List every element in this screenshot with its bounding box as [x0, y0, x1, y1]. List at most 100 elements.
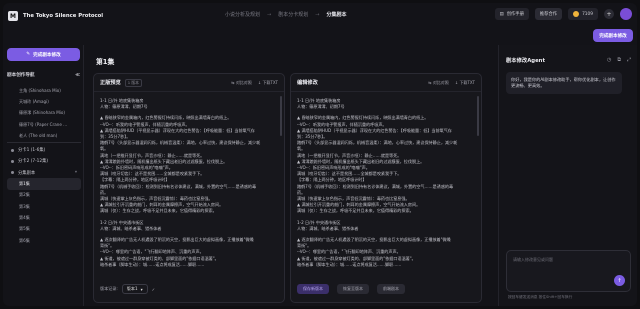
sidebar-item-episode-1[interactable]: 第1集	[7, 178, 81, 190]
download-button[interactable]: ↓ 下载TXT	[258, 80, 278, 86]
frontend-script-button[interactable]: 前端剧本	[377, 284, 405, 294]
version-label: 版本记录:	[100, 286, 118, 291]
agent-hint: 按回车键发送消息 按住Shift+回车换行	[508, 295, 573, 299]
sidebar-item-episode-2[interactable]: 第2集	[7, 190, 81, 201]
download-label: 下载TXT	[262, 79, 278, 85]
restore-version-button[interactable]: 恢复至版本	[337, 284, 369, 294]
sidebar-heading-label: 剧本创作导航	[7, 73, 35, 78]
script-line: ▲ 逐次翻译的广告无人机遇毁了阴沉的天空，投影出巨大的虚拟画像，正播放着"微嗓	[100, 237, 254, 243]
sidebar-heading: 剧本创作导航 ≪	[7, 72, 80, 79]
compare-label: 对比对照	[432, 79, 449, 85]
send-icon: ↑	[617, 277, 622, 284]
edit-actions: ⇆ 对比对照 ↓ 下载TXT	[428, 80, 475, 86]
create-manual-button[interactable]: ▤ 创作手册	[494, 8, 529, 20]
divider	[7, 142, 81, 144]
sidebar-list: 主角 (Shinohara Mio) 天城玲 (Amagi) 篠原澪 (Shin…	[7, 85, 81, 246]
sidebar-group-card1[interactable]: 分卡1 (1-6集)	[7, 144, 81, 155]
sidebar-item-character[interactable]: 篠原7号 (Paper Crane ...	[7, 119, 81, 130]
sidebar-item-episode-3[interactable]: 第3集	[7, 201, 81, 212]
chevron-down-icon: ▾	[140, 286, 143, 292]
bullet-icon	[11, 148, 14, 152]
version-footer: 版本记录: 版本1 ▾ ✓	[100, 284, 155, 294]
app-logo[interactable]: M The Tokyo Silence Protocol	[8, 11, 103, 21]
preview-panel-header: 正版预览 1 版本 ⇆ 对比对照 ↓ 下载TXT	[94, 74, 284, 92]
bullet-icon	[11, 171, 14, 175]
preview-actions: ⇆ 对比对照 ↓ 下载TXT	[231, 80, 278, 86]
sidebar-item-character[interactable]: 主角 (Shinohara Mio)	[7, 85, 81, 96]
partner-button[interactable]: 推荐合作	[534, 8, 563, 20]
create-manual-label: 创作手册	[506, 12, 524, 17]
sidebar-item-episode-5[interactable]: 第5集	[7, 224, 81, 235]
edit-panel: 编辑修改 ⇆ 对比对照 ↓ 下载TXT 1-1 日/外 地底集装箱房 人物：篠原澪…	[290, 73, 482, 303]
edit-panel-header: 编辑修改 ⇆ 对比对照 ↓ 下载TXT	[291, 74, 481, 92]
compare-button[interactable]: ⇆ 对比对照	[231, 80, 252, 86]
sidebar-finish-label: 完成剧本修改	[33, 52, 61, 58]
sidebar-finish-button[interactable]: ✎ 完成剧本修改	[7, 48, 80, 61]
download-label: 下载TXT	[459, 79, 475, 85]
script-line: 踏鹤7号（机械手收回）：检测到旧持有名诊体建议，满城，外置的空气……是诱惑的毒	[100, 183, 257, 189]
agent-panel: 剧本修改Agent ◷ ⧉ ⤢ 你好，我是你的AI剧本修改助手，帮你优化剧本，让…	[498, 45, 637, 306]
copy-icon[interactable]: ⧉	[617, 57, 621, 63]
avatar[interactable]	[620, 8, 632, 20]
book-icon: ▤	[499, 11, 504, 17]
script-line: 暗杀者事（脚本生动）：城……诺点将成复活……脚职……	[297, 261, 402, 267]
logo-icon: M	[8, 11, 18, 21]
credits-value: 7109	[582, 11, 593, 17]
agent-title: 剧本修改Agent	[506, 58, 545, 64]
edit-panel-title: 编辑修改	[297, 80, 318, 86]
edit-icon: ✎	[26, 52, 31, 57]
check-icon[interactable]: ✓	[152, 287, 155, 292]
top-bar: M The Tokyo Silence Protocol 小说分析及规划 → 剧…	[3, 3, 637, 29]
sidebar: ✎ 完成剧本修改 剧本创作导航 ≪ 主角 (Shinohara Mio) 天城玲…	[3, 45, 84, 306]
sidebar-item-episode-6[interactable]: 第6集	[7, 235, 81, 246]
version-tag: 1 版本	[124, 78, 142, 87]
finish-edit-button[interactable]: 完成剧本修改	[593, 29, 633, 42]
save-version-button[interactable]: 保存新版本	[297, 284, 329, 294]
scrollbar[interactable]	[280, 96, 282, 136]
version-select[interactable]: 版本1 ▾	[121, 284, 148, 294]
edit-script-text[interactable]: 1-1 日/外 地底集装箱房 人物：篠原澪澪、初期7号 ▲ 昏暗狭窄的金属箱内，红色…	[297, 98, 477, 271]
preview-script-text: 1-1 日/外 地底集装箱房 人物：篠原澪澪、初期7号 ▲ 昏暗狭窄的金属箱内，红色…	[100, 98, 280, 271]
page-title: 第1集	[96, 58, 115, 66]
sidebar-item-character[interactable]: 篠原澪 (Shinohara Mio)	[7, 108, 81, 119]
step-1[interactable]: 小说分析及规划	[225, 11, 260, 18]
arrow-icon: →	[315, 11, 320, 18]
add-credits-button[interactable]: +	[604, 9, 614, 19]
sidebar-item-character[interactable]: 天城玲 (Amagi)	[7, 96, 81, 107]
group-label: 分集剧本	[18, 170, 36, 176]
history-icon[interactable]: ◷	[607, 57, 611, 63]
top-right-actions: ▤ 创作手册 推荐合作 7109 +	[494, 8, 632, 20]
collapse-icon[interactable]: ≪	[75, 73, 80, 78]
script-line: 踏鹤7号（头部显示器湿润闪烁，机械音温柔）：满地，心率过快，建议保持静止，减少耗	[297, 140, 458, 146]
bullet-icon	[11, 159, 14, 163]
script-line: 踏鹤7号（头部显示器湿润闪烁，机械音温柔）：满地，心率过快，建议保持静止，减少耗	[100, 140, 261, 146]
expand-icon[interactable]: ⤢	[627, 57, 631, 63]
agent-header: 剧本修改Agent ◷ ⧉ ⤢	[506, 56, 631, 64]
download-button[interactable]: ↓ 下载TXT	[455, 80, 475, 86]
workflow-steps: 小说分析及规划 → 剧本分卡规划 → 分集剧本	[225, 11, 346, 19]
compare-button[interactable]: ⇆ 对比对照	[428, 80, 449, 86]
sidebar-group-card2[interactable]: 分卡2 (7-12集)	[7, 156, 81, 167]
sidebar-group-episodes[interactable]: 分集剧本 ▾	[7, 167, 81, 178]
partner-label: 推荐合作	[539, 12, 558, 17]
step-3[interactable]: 分集剧本	[326, 11, 346, 18]
agent-input-placeholder: 请输入修改意见或问题	[513, 257, 553, 262]
preview-panel: 正版预览 1 版本 ⇆ 对比对照 ↓ 下载TXT 1-1 日/外 地底集装箱房人…	[93, 73, 285, 303]
sidebar-item-episode-4[interactable]: 第4集	[7, 212, 81, 223]
agent-input-box[interactable]: 请输入修改意见或问题 ↑	[506, 250, 631, 292]
sidebar-item-character[interactable]: 老人 (The old man)	[7, 130, 81, 141]
send-button[interactable]: ↑	[614, 275, 625, 286]
coin-icon	[573, 11, 580, 17]
app-window: M The Tokyo Silence Protocol 小说分析及规划 → 剧…	[3, 3, 637, 306]
chevron-down-icon: ▾	[74, 170, 77, 176]
credits-badge[interactable]: 7109	[568, 8, 598, 20]
compare-label: 对比对照	[235, 79, 252, 85]
script-line: ▲ 逐次翻译的广告无人机遇毁了阴沉的天空，投影出巨大的虚拟画像，正播放着"微嗓	[297, 237, 451, 243]
script-line: 踏鹤7号（机械手收回）：检测到旧持有名诊体建议，满城，外置的空气……是诱惑的毒	[297, 183, 454, 189]
group-label: 分卡2 (7-12集)	[18, 159, 49, 165]
scrollbar[interactable]	[477, 96, 479, 136]
step-2[interactable]: 剧本分卡规划	[278, 11, 308, 18]
app-title: The Tokyo Silence Protocol	[23, 13, 104, 19]
edit-footer: 保存新版本 恢复至版本 前端剧本	[297, 284, 405, 294]
preview-panel-title: 正版预览	[100, 80, 121, 86]
